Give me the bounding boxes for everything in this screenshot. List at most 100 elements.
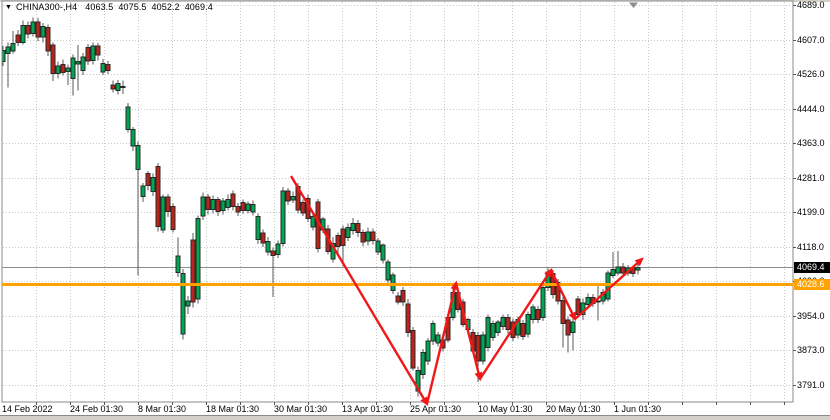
bear-candle: [51, 45, 55, 73]
time-axis-label: 18 Mar 01:30: [206, 404, 259, 415]
bull-candle: [431, 323, 435, 341]
ohlc-open: 4063.5: [85, 2, 113, 12]
bull-candle: [246, 204, 250, 210]
bull-candle: [196, 218, 200, 298]
bull-candle: [181, 273, 185, 334]
bull-candle: [71, 58, 75, 79]
candlestick-chart[interactable]: [0, 0, 830, 420]
bear-candle: [356, 223, 360, 232]
bear-candle: [506, 317, 510, 329]
bear-candle: [476, 336, 480, 361]
current-price-badge: 4069.4: [794, 262, 830, 273]
price-axis-label: 4444.0: [797, 104, 825, 115]
bull-candle: [616, 267, 620, 273]
time-axis[interactable]: 14 Feb 202224 Feb 01:308 Mar 01:3018 Mar…: [0, 402, 793, 415]
price-axis-label: 3873.0: [797, 345, 825, 356]
bull-candle: [346, 228, 350, 238]
price-axis[interactable]: 4689.04607.04526.04444.04363.04281.04199…: [793, 0, 830, 402]
symbol-dropdown-icon[interactable]: ▼: [5, 4, 12, 11]
bull-candle: [161, 197, 165, 230]
bull-candle: [386, 262, 390, 280]
ohlc-close: 4069.4: [185, 2, 213, 12]
bull-candle: [226, 200, 230, 208]
bear-candle: [106, 65, 110, 71]
bear-candle: [236, 206, 240, 212]
bull-candle: [221, 201, 225, 211]
plot-area[interactable]: [2, 1, 793, 402]
time-axis-label: 10 May 01:30: [478, 404, 533, 415]
time-axis-label: 30 Mar 01:30: [274, 404, 327, 415]
bull-candle: [291, 196, 295, 200]
bull-candle: [76, 61, 80, 64]
bear-candle: [36, 22, 40, 37]
window-bottom-edge: [0, 416, 830, 420]
bear-candle: [261, 233, 265, 243]
bull-candle: [256, 217, 260, 240]
chart-symbol-period: CHINA300-,H4: [16, 2, 77, 12]
bear-candle: [401, 290, 405, 302]
price-axis-label: 3791.0: [797, 380, 825, 391]
bull-candle: [31, 22, 35, 33]
bull-candle: [486, 317, 490, 347]
ohlc-low: 4052.2: [152, 2, 180, 12]
time-axis-label: 20 May 01:30: [546, 404, 601, 415]
bull-candle: [11, 44, 15, 52]
bear-candle: [336, 236, 340, 247]
bull-candle: [391, 275, 395, 290]
bear-candle: [46, 27, 50, 51]
bull-candle: [141, 186, 145, 196]
bear-candle: [216, 200, 220, 212]
price-axis-label: 4118.0: [797, 242, 824, 253]
bear-candle: [121, 86, 125, 87]
bull-candle: [21, 26, 25, 43]
time-axis-label: 14 Feb 2022: [2, 404, 53, 415]
bull-candle: [6, 47, 10, 53]
bear-candle: [146, 173, 150, 185]
bull-candle: [281, 191, 285, 243]
support-line-price-badge: 4028.6: [794, 279, 830, 290]
bull-candle: [501, 317, 505, 326]
bear-candle: [111, 85, 115, 89]
bull-candle: [481, 335, 485, 361]
bull-candle: [151, 178, 155, 192]
bull-candle: [201, 197, 205, 216]
bull-candle: [586, 298, 590, 305]
bull-candle: [101, 63, 105, 71]
bull-candle: [91, 46, 95, 60]
bull-candle: [276, 244, 280, 254]
bear-candle: [171, 206, 175, 229]
bear-candle: [271, 251, 275, 256]
price-axis-label: 4281.0: [797, 173, 825, 184]
bull-candle: [366, 232, 370, 241]
bull-candle: [531, 307, 535, 319]
bull-candle: [66, 68, 70, 71]
bear-candle: [341, 229, 345, 246]
bear-candle: [191, 240, 195, 302]
bull-candle: [526, 314, 530, 333]
bull-candle: [571, 322, 575, 333]
bull-candle: [611, 270, 615, 276]
bear-candle: [406, 304, 410, 333]
bull-candle: [436, 335, 440, 343]
bear-candle: [371, 232, 375, 240]
bull-candle: [421, 353, 425, 375]
bear-candle: [166, 197, 170, 211]
bull-candle: [381, 245, 385, 260]
bull-candle: [351, 223, 355, 230]
bull-candle: [251, 204, 255, 212]
chart-title: ▼CHINA300-,H44063.54075.54052.24069.4: [5, 2, 213, 14]
bear-candle: [561, 300, 565, 323]
bull-candle: [426, 341, 430, 361]
bear-candle: [26, 26, 30, 34]
price-axis-label: 4607.0: [797, 35, 825, 46]
bull-candle: [311, 217, 315, 227]
bear-candle: [241, 203, 245, 211]
bear-candle: [86, 47, 90, 61]
bear-candle: [16, 35, 20, 42]
bear-candle: [231, 194, 235, 207]
bear-candle: [286, 191, 290, 201]
mt4-chart-window: ▼CHINA300-,H44063.54075.54052.24069.4 46…: [0, 0, 830, 420]
bear-candle: [536, 309, 540, 319]
bear-candle: [96, 46, 100, 55]
price-axis-label: 4363.0: [797, 138, 825, 149]
